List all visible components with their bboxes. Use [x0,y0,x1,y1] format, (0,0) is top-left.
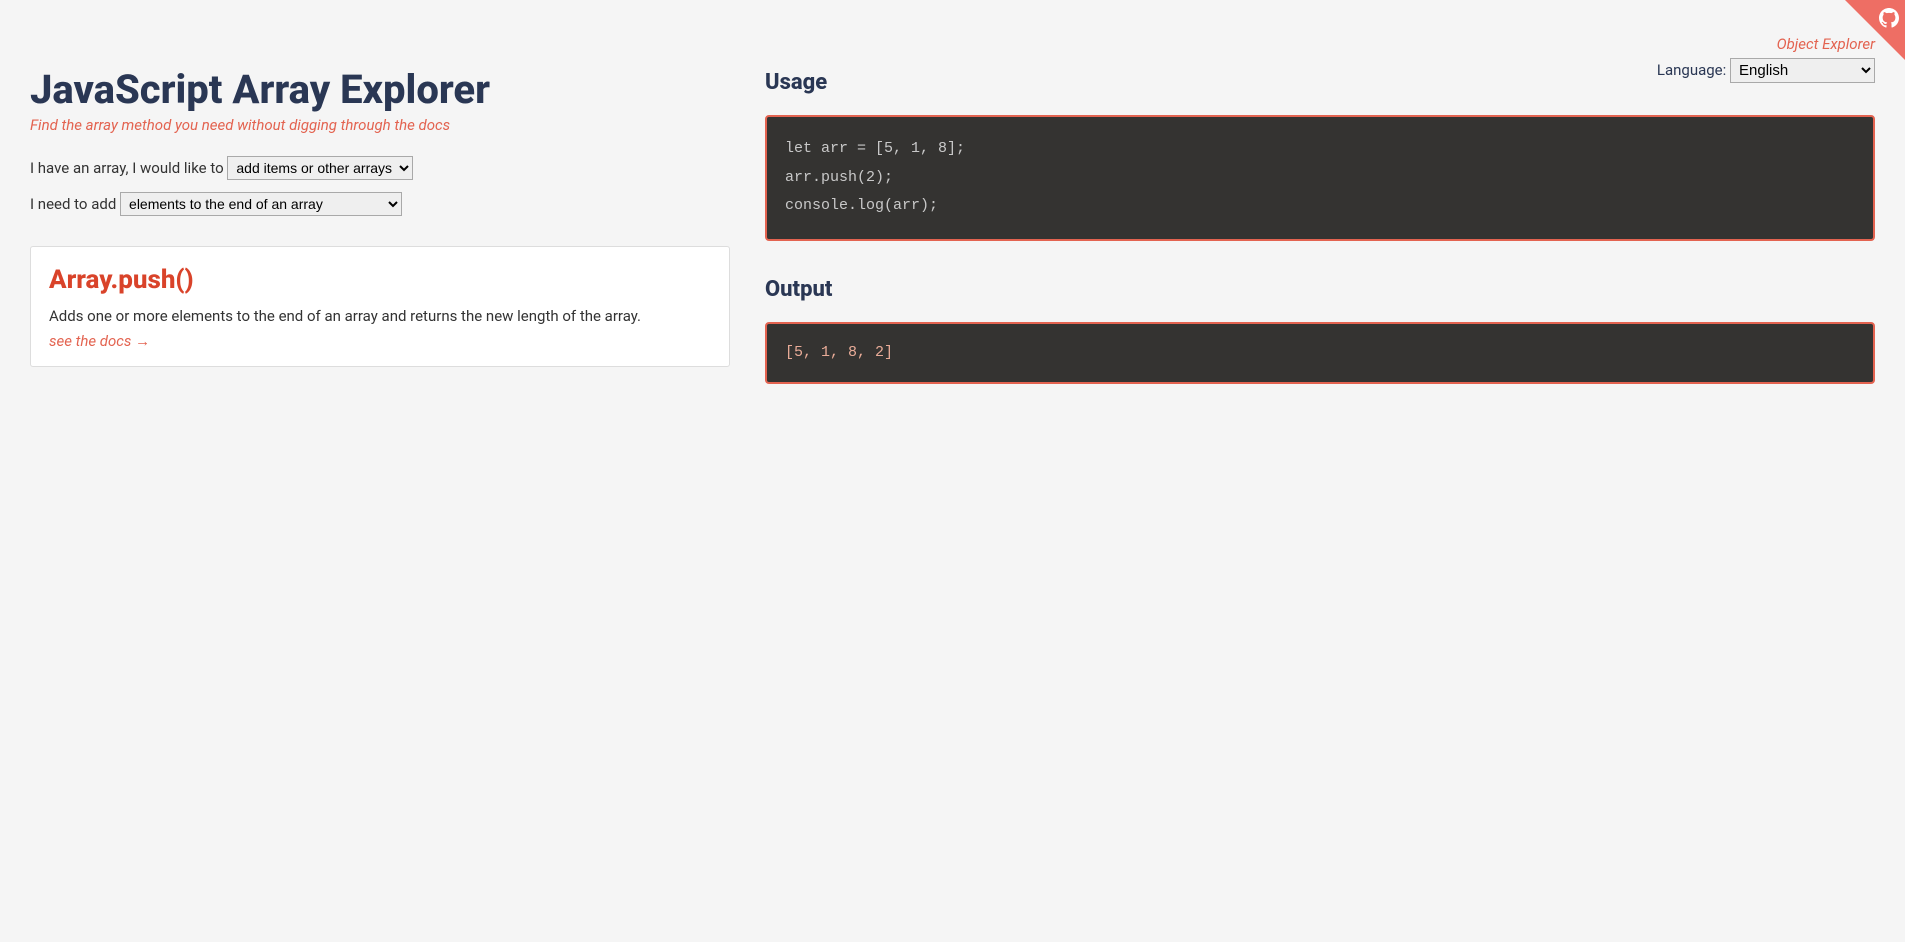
output-code-block: [5, 1, 8, 2] [765,322,1875,385]
language-bar: Language: English [1657,58,1875,83]
result-card: Array.push() Adds one or more elements t… [30,246,730,367]
github-icon [1879,8,1899,28]
usage-code-block: let arr = [5, 1, 8]; arr.push(2); consol… [765,115,1875,241]
language-select[interactable]: English [1730,58,1875,83]
language-label: Language: [1657,61,1726,79]
result-method-name: Array.push() [49,265,711,295]
page-subtitle: Find the array method you need without d… [30,116,730,134]
first-method-select[interactable]: add items or other arrays [227,156,413,180]
first-selector-row: I have an array, I would like to add ite… [30,156,730,180]
page-title: JavaScript Array Explorer [30,70,730,110]
object-explorer-link[interactable]: Object Explorer [1777,35,1875,53]
docs-link[interactable]: see the docs → [49,332,150,350]
result-description: Adds one or more elements to the end of … [49,307,711,325]
second-selector-row: I need to add elements to the end of an … [30,192,730,216]
second-selector-label: I need to add [30,195,116,213]
output-heading: Output [765,277,1875,302]
second-method-select[interactable]: elements to the end of an array [120,192,402,216]
first-selector-label: I have an array, I would like to [30,159,224,177]
